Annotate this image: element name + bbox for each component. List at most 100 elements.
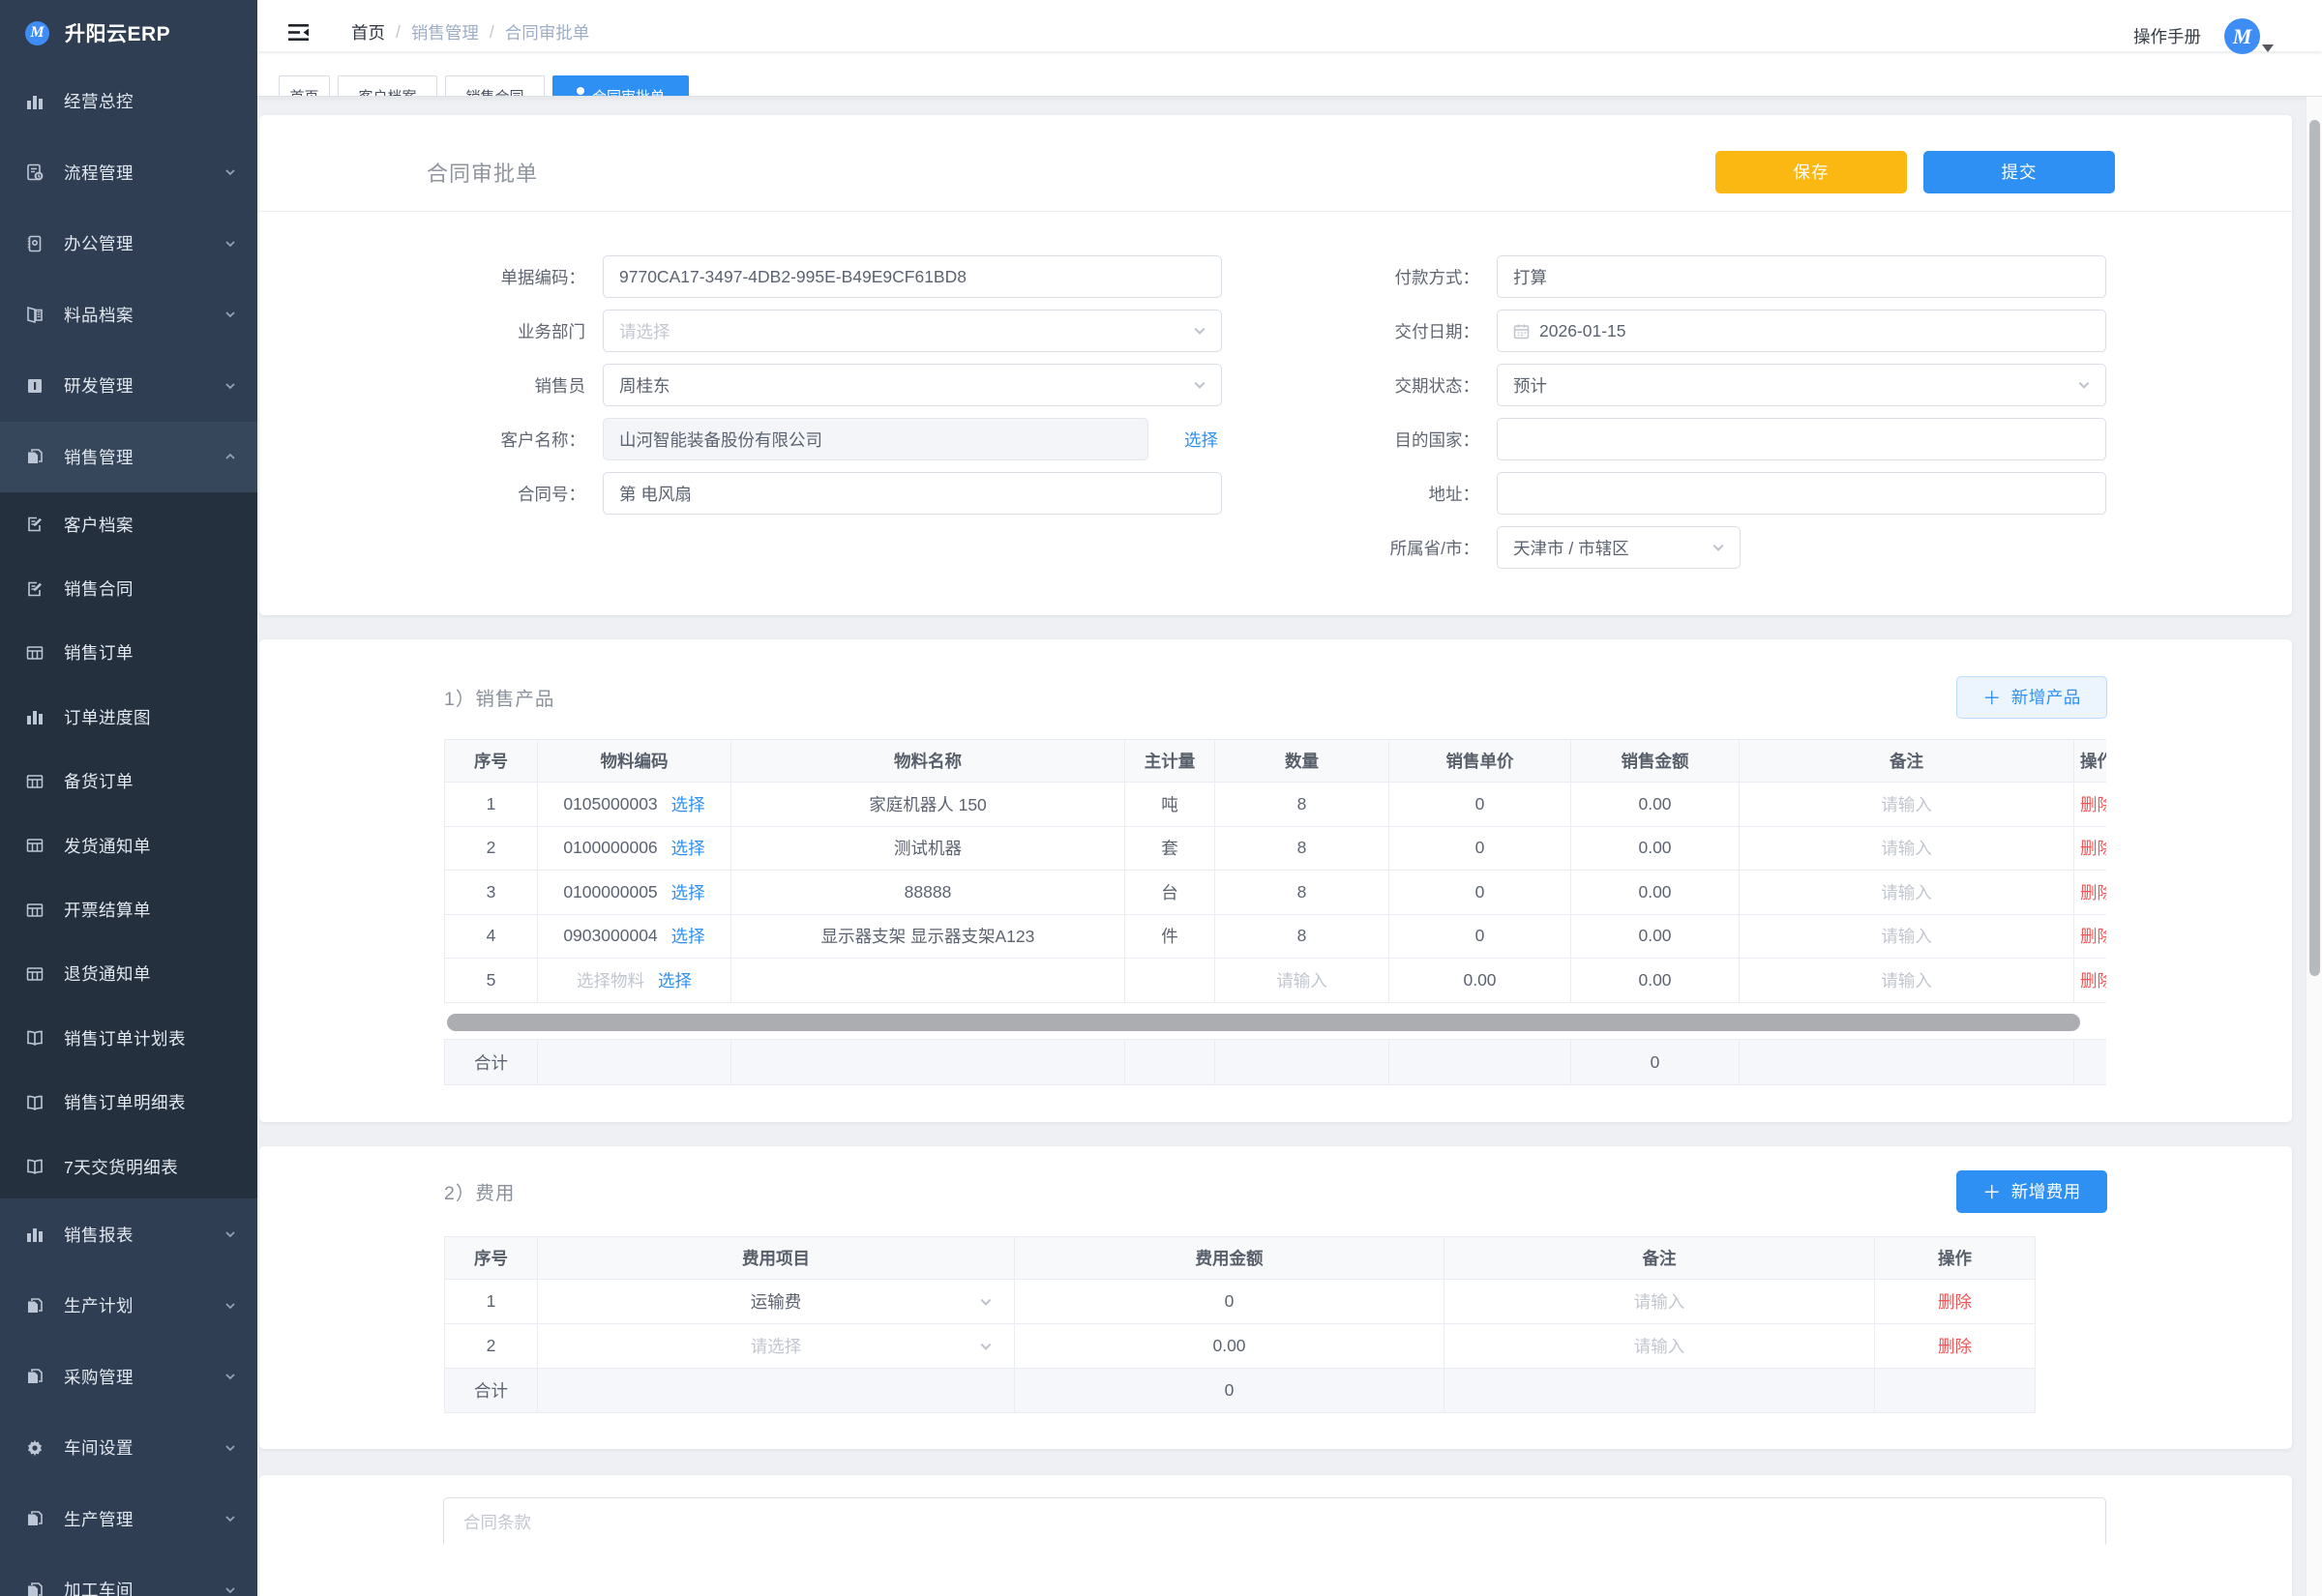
breadcrumb-item: 合同审批单 <box>505 20 590 44</box>
field-select-业务部门[interactable]: 请选择 <box>603 310 1222 352</box>
cell-price[interactable]: 0 <box>1389 914 1571 959</box>
cell-fee-amount[interactable]: 0.00 <box>1015 1324 1444 1369</box>
tab-客户档案[interactable]: 客户档案 <box>338 75 437 98</box>
material-select-link[interactable]: 选择 <box>671 880 705 904</box>
manual-link[interactable]: 操作手册 <box>2133 24 2201 48</box>
sidebar-item-销售订单[interactable]: 销售订单 <box>0 621 257 685</box>
sidebar-item-销售报表[interactable]: 销售报表 <box>0 1198 257 1270</box>
add-product-button[interactable]: ＋新增产品 <box>1956 676 2107 719</box>
cell-fee-item[interactable]: 请选择 <box>538 1324 1015 1369</box>
vertical-scrollbar-track[interactable] <box>2306 97 2322 1596</box>
field-input-合同号[interactable]: 第 电风扇 <box>603 472 1222 515</box>
fees-total: 合计0 <box>445 1369 2036 1413</box>
sidebar-item-加工车间[interactable]: 加工车间 <box>0 1554 257 1596</box>
sidebar-item-经营总控[interactable]: 经营总控 <box>0 66 257 137</box>
sidebar-item-7天交货明细表[interactable]: 7天交货明细表 <box>0 1135 257 1198</box>
field-input-交付日期[interactable]: 2026-01-15 <box>1497 310 2106 352</box>
cell-remark[interactable]: 请输入 <box>1740 826 2074 871</box>
sidebar-item-开票结算单[interactable]: 开票结算单 <box>0 877 257 941</box>
sidebar-item-采购管理[interactable]: 采购管理 <box>0 1341 257 1412</box>
tab-销售合同[interactable]: 销售合同 <box>445 75 545 98</box>
chevron-down-icon <box>224 380 236 392</box>
sidebar-item-订单进度图[interactable]: 订单进度图 <box>0 685 257 749</box>
form-column-left: 单据编码：9770CA17-3497-4DB2-995E-B49E9CF61BD… <box>444 255 1222 580</box>
cell-qty[interactable]: 请输入 <box>1215 959 1389 1003</box>
sidebar-item-车间设置[interactable]: 车间设置 <box>0 1412 257 1484</box>
sidebar-item-研发管理[interactable]: 研发管理 <box>0 350 257 422</box>
material-select-link[interactable]: 选择 <box>658 968 692 992</box>
sidebar-item-生产管理[interactable]: 生产管理 <box>0 1483 257 1554</box>
field-input-单据编码[interactable]: 9770CA17-3497-4DB2-995E-B49E9CF61BD8 <box>603 255 1222 298</box>
field-label: 地址： <box>1222 482 1497 506</box>
cell-remark[interactable]: 请输入 <box>1740 914 2074 959</box>
cell-remark[interactable]: 请输入 <box>1740 959 2074 1003</box>
avatar[interactable]: M <box>2224 18 2260 54</box>
cell-fee-item[interactable]: 运输费 <box>538 1280 1015 1324</box>
contract-terms-textarea[interactable]: 合同条款 <box>443 1497 2106 1545</box>
breadcrumb: 首页/销售管理/合同审批单 <box>351 20 589 44</box>
material-select-link[interactable]: 选择 <box>671 924 705 948</box>
sidebar-item-客户档案[interactable]: 客户档案 <box>0 492 257 556</box>
cell-price[interactable]: 0 <box>1389 871 1571 915</box>
sidebar-item-料品档案[interactable]: 料品档案 <box>0 280 257 351</box>
save-button[interactable]: 保存 <box>1715 151 1907 193</box>
tab-首页[interactable]: 首页 <box>279 75 330 98</box>
cell-remark[interactable]: 请输入 <box>1740 783 2074 827</box>
delete-link[interactable]: 删除 <box>1938 1337 1972 1356</box>
horizontal-scrollbar-track[interactable] <box>444 1003 2106 1040</box>
field-select-所属省市[interactable]: 天津市 / 市辖区 <box>1497 526 1741 569</box>
field-input-付款方式[interactable]: 打算 <box>1497 255 2106 298</box>
sidebar-item-备货订单[interactable]: 备货订单 <box>0 750 257 813</box>
sidebar-item-生产计划[interactable]: 生产计划 <box>0 1270 257 1342</box>
horizontal-scrollbar-thumb[interactable] <box>447 1014 2080 1031</box>
caret-down-icon[interactable] <box>2262 44 2274 52</box>
delete-link[interactable]: 删除 <box>2080 971 2106 990</box>
vertical-scrollbar-thumb[interactable] <box>2309 120 2320 976</box>
sidebar-item-办公管理[interactable]: 办公管理 <box>0 208 257 280</box>
cell-price[interactable]: 0 <box>1389 826 1571 871</box>
field-value: 请选择 <box>619 319 670 343</box>
sidebar-item-销售管理[interactable]: 销售管理 <box>0 422 257 493</box>
field-select-销售员[interactable]: 周桂东 <box>603 364 1222 406</box>
cell-fee-amount[interactable]: 0 <box>1015 1280 1444 1324</box>
cell-qty[interactable]: 8 <box>1215 914 1389 959</box>
sidebar-item-label: 备货订单 <box>64 769 236 793</box>
cell-qty[interactable]: 8 <box>1215 871 1389 915</box>
sidebar-item-label: 流程管理 <box>64 161 224 185</box>
sidebar-item-退货通知单[interactable]: 退货通知单 <box>0 942 257 1006</box>
field-select-交期状态[interactable]: 预计 <box>1497 364 2106 406</box>
material-select-link[interactable]: 选择 <box>671 792 705 816</box>
sidebar-item-流程管理[interactable]: 流程管理 <box>0 137 257 209</box>
sidebar-item-销售合同[interactable]: 销售合同 <box>0 556 257 620</box>
tab-合同审批单[interactable]: 合同审批单 <box>552 75 689 98</box>
field-input-customer[interactable]: 山河智能装备股份有限公司 <box>603 418 1148 460</box>
cell-price[interactable]: 0.00 <box>1389 959 1571 1003</box>
delete-link[interactable]: 删除 <box>1938 1292 1972 1312</box>
sidebar-item-销售订单明细表[interactable]: 销售订单明细表 <box>0 1071 257 1135</box>
hamburger-icon[interactable] <box>288 24 309 42</box>
cell-remark[interactable]: 请输入 <box>1740 871 2074 915</box>
cell-remark[interactable]: 请输入 <box>1444 1280 1875 1324</box>
field-input-目的国家[interactable] <box>1497 418 2106 460</box>
delete-link[interactable]: 删除 <box>2080 839 2106 858</box>
cell-remark[interactable]: 请输入 <box>1444 1324 1875 1369</box>
cell-amount: 0.00 <box>1571 783 1740 827</box>
delete-link[interactable]: 删除 <box>2080 927 2106 946</box>
sidebar-item-发货通知单[interactable]: 发货通知单 <box>0 813 257 877</box>
cell-qty[interactable]: 8 <box>1215 783 1389 827</box>
cell-qty[interactable]: 8 <box>1215 826 1389 871</box>
sidebar-item-销售订单计划表[interactable]: 销售订单计划表 <box>0 1006 257 1070</box>
sidebar-item-label: 销售订单明细表 <box>64 1090 236 1114</box>
customer-select-link[interactable]: 选择 <box>1184 428 1218 452</box>
cell-unit: 件 <box>1125 914 1215 959</box>
delete-link[interactable]: 删除 <box>2080 883 2106 902</box>
field-input-地址[interactable] <box>1497 472 2106 515</box>
add-fee-button[interactable]: ＋新增费用 <box>1956 1170 2107 1213</box>
material-select-link[interactable]: 选择 <box>671 836 705 860</box>
breadcrumb-item[interactable]: 首页 <box>351 20 385 44</box>
cell-price[interactable]: 0 <box>1389 783 1571 827</box>
cell-unit: 吨 <box>1125 783 1215 827</box>
cell-name: 88888 <box>731 871 1125 915</box>
submit-button[interactable]: 提交 <box>1923 151 2115 193</box>
delete-link[interactable]: 删除 <box>2080 795 2106 814</box>
